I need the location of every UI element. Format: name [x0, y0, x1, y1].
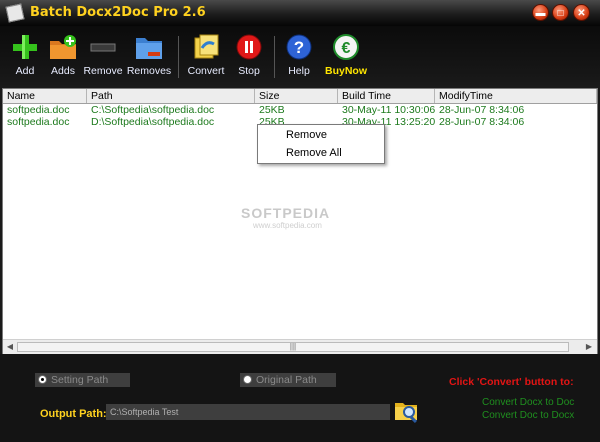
setting-path-label: Setting Path [51, 374, 109, 386]
column-header-name[interactable]: Name [3, 89, 87, 103]
radio-selected-icon [38, 374, 47, 384]
title-bar[interactable]: Batch Docx2Doc Pro 2.6 ▬ □ ✕ [0, 0, 600, 26]
options-panel: Setting Path Original Path Output Path: … [0, 354, 600, 442]
table-row[interactable]: softpedia.doc C:\Softpedia\softpedia.doc… [3, 104, 597, 116]
cell-path: D:\Softpedia\softpedia.doc [91, 116, 215, 128]
minus-icon [90, 43, 116, 52]
removes-button[interactable]: Removes [124, 28, 174, 84]
cell-name: softpedia.doc [7, 104, 70, 116]
help-icon: ? [286, 34, 312, 60]
help-label: Help [288, 65, 310, 77]
cell-size: 25KB [259, 104, 285, 116]
output-path-field[interactable]: C:\Softpedia Test [106, 404, 390, 420]
window-title: Batch Docx2Doc Pro 2.6 [30, 5, 206, 20]
original-path-label: Original Path [256, 374, 317, 386]
menu-item-remove[interactable]: Remove [258, 127, 384, 143]
column-header-size[interactable]: Size [255, 89, 338, 103]
output-path-label: Output Path: [40, 408, 107, 420]
cell-path: C:\Softpedia\softpedia.doc [91, 104, 215, 116]
removes-label: Removes [126, 65, 172, 77]
setting-path-radio[interactable]: Setting Path [35, 373, 130, 387]
cell-build-time: 30-May-11 10:30:06 [342, 104, 436, 116]
scroll-right-icon[interactable]: ▶ [583, 341, 595, 353]
toolbar: Add Adds Remove Removes Convert Stop ? H… [0, 26, 600, 88]
column-header-build-time[interactable]: Build Time [338, 89, 435, 103]
euro-icon: € [333, 34, 359, 60]
scroll-left-icon[interactable]: ◀ [4, 341, 16, 353]
remove-button[interactable]: Remove [78, 28, 128, 84]
toolbar-separator [178, 36, 179, 78]
scrollbar-thumb[interactable]: ||| [17, 342, 569, 352]
context-menu: Remove Remove All [257, 124, 385, 164]
folder-remove-icon [136, 38, 162, 59]
convert-doc-to-docx-link[interactable]: Convert Doc to Docx [482, 410, 574, 421]
svg-text:€: € [342, 40, 351, 57]
maximize-button[interactable]: □ [552, 4, 569, 21]
folder-add-icon [50, 35, 76, 59]
horizontal-scrollbar[interactable]: ◀ ||| ▶ [3, 339, 597, 354]
app-icon [5, 3, 25, 23]
watermark: SOFTPEDIA [241, 205, 331, 221]
convert-icon [194, 34, 219, 59]
minimize-button[interactable]: ▬ [532, 4, 549, 21]
stop-label: Stop [238, 65, 260, 77]
help-button[interactable]: ? Help [274, 28, 324, 84]
buynow-button[interactable]: € BuyNow [321, 28, 371, 84]
cell-modify-time: 28-Jun-07 8:34:06 [439, 104, 525, 116]
plus-icon [13, 35, 37, 59]
stop-button[interactable]: Stop [224, 28, 274, 84]
menu-item-remove-all[interactable]: Remove All [258, 145, 384, 161]
original-path-radio[interactable]: Original Path [240, 373, 336, 387]
buynow-label: BuyNow [325, 65, 367, 77]
list-header: Name Path Size Build Time ModifyTime [3, 89, 597, 104]
stop-icon [236, 34, 262, 60]
svg-text:?: ? [294, 38, 304, 57]
app-window: Batch Docx2Doc Pro 2.6 ▬ □ ✕ Add Adds Re… [0, 0, 600, 442]
browse-folder-icon[interactable] [394, 398, 420, 424]
column-header-path[interactable]: Path [87, 89, 255, 103]
remove-label: Remove [83, 65, 123, 77]
radio-unselected-icon [243, 374, 252, 384]
close-button[interactable]: ✕ [573, 4, 590, 21]
watermark-url: www.softpedia.com [253, 221, 322, 230]
convert-docx-to-doc-link[interactable]: Convert Docx to Doc [482, 397, 574, 408]
cell-modify-time: 28-Jun-07 8:34:06 [439, 116, 525, 128]
convert-hint: Click 'Convert' button to: [449, 376, 574, 388]
cell-name: softpedia.doc [7, 116, 70, 128]
column-header-modify-time[interactable]: ModifyTime [435, 89, 597, 103]
